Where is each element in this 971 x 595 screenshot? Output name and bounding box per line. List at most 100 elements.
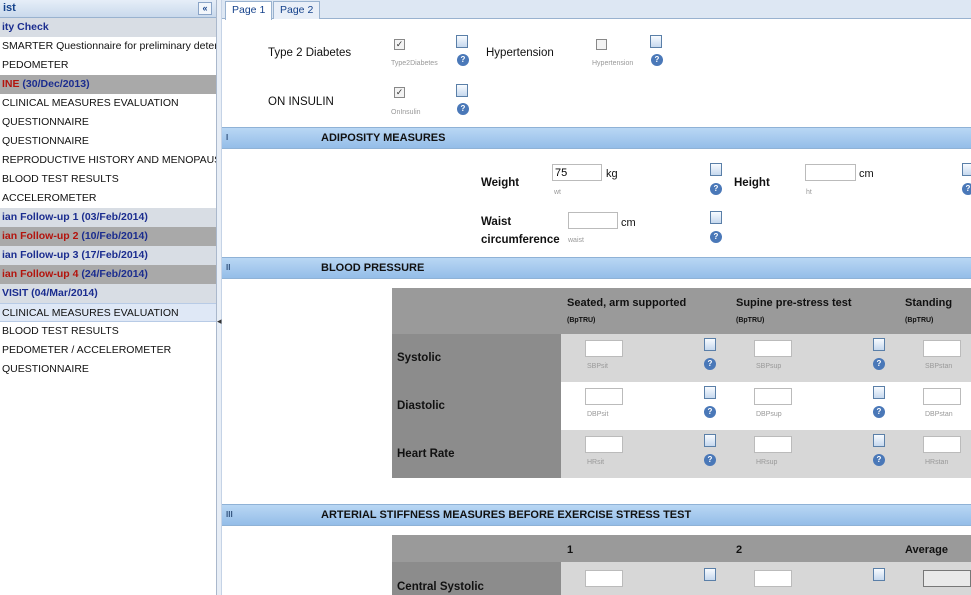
sidebar-item-label: QUESTIONNAIRE (2, 116, 89, 128)
sidebar-item-label: QUESTIONNAIRE (2, 135, 89, 147)
sidebar-item[interactable]: ian Follow-up 2 (10/Feb/2014) (0, 227, 216, 246)
sidebar-item-label: PEDOMETER / ACCELEROMETER (2, 344, 172, 356)
sidebar-item[interactable]: ACCELEROMETER (0, 189, 216, 208)
bp-var-name: HRsup (756, 459, 778, 466)
help-icon[interactable]: ? (710, 183, 722, 195)
note-icon[interactable] (456, 84, 468, 97)
sidebar-item[interactable]: PEDOMETER (0, 56, 216, 75)
on-insulin-label: ON INSULIN (268, 96, 334, 108)
weight-input[interactable] (552, 164, 602, 181)
bp-value-input[interactable] (585, 388, 623, 405)
sidebar-item[interactable]: QUESTIONNAIRE (0, 132, 216, 151)
sidebar-item-label: ACCELEROMETER (2, 192, 97, 204)
sidebar-item[interactable]: QUESTIONNAIRE (0, 360, 216, 379)
height-var: ht (806, 189, 812, 196)
on-insulin-checkbox[interactable]: ✓ (394, 87, 405, 98)
help-icon[interactable]: ? (457, 103, 469, 115)
bp-table-header (392, 288, 971, 334)
sidebar-item[interactable]: REPRODUCTIVE HISTORY AND MENOPAUSE (0, 151, 216, 170)
sidebar-item[interactable]: QUESTIONNAIRE (0, 113, 216, 132)
waist-input[interactable] (568, 212, 618, 229)
central-systolic-average-input[interactable] (923, 570, 971, 587)
hypertension-label: Hypertension (486, 47, 554, 59)
sidebar-item[interactable]: BLOOD TEST RESULTS (0, 322, 216, 341)
note-icon[interactable] (962, 163, 971, 176)
sidebar-item[interactable]: CLINICAL MEASURES EVALUATION (0, 94, 216, 113)
bp-col-seated: Seated, arm supported (567, 297, 687, 309)
sidebar-item[interactable]: VISIT (04/Mar/2014) (0, 284, 216, 303)
waist-unit: cm (621, 217, 636, 229)
splitter-arrow-icon[interactable]: ◂ (217, 316, 222, 327)
hypertension-checkbox[interactable] (596, 39, 607, 50)
main-form: Page 1 Page 2 Type 2 Diabetes ✓ Type2Dia… (222, 0, 971, 595)
note-icon[interactable] (704, 434, 716, 447)
bp-col-standing: Standing (905, 297, 953, 309)
sidebar-item[interactable]: CLINICAL MEASURES EVALUATION (0, 303, 216, 322)
note-icon[interactable] (650, 35, 662, 48)
sidebar-item[interactable]: ian Follow-up 3 (17/Feb/2014) (0, 246, 216, 265)
help-icon[interactable]: ? (873, 454, 885, 466)
sidebar-item-label: ian Follow-up 1 (03/Feb/2014) (2, 211, 148, 223)
note-icon[interactable] (873, 338, 885, 351)
bp-value-input[interactable] (923, 340, 961, 357)
height-input[interactable] (805, 164, 856, 181)
note-icon[interactable] (873, 568, 885, 581)
help-icon[interactable]: ? (651, 54, 663, 66)
sidebar-item-label: BLOOD TEST RESULTS (2, 325, 119, 337)
weight-var: wt (554, 189, 561, 196)
tab-page-2[interactable]: Page 2 (273, 1, 321, 19)
help-icon[interactable]: ? (873, 358, 885, 370)
sidebar-item[interactable]: INE (30/Dec/2013) (0, 75, 216, 94)
central-systolic-2-input[interactable] (754, 570, 792, 587)
type2-diabetes-checkbox[interactable]: ✓ (394, 39, 405, 50)
note-icon[interactable] (710, 211, 722, 224)
note-icon[interactable] (704, 568, 716, 581)
central-systolic-1-input[interactable] (585, 570, 623, 587)
sidebar-item-label: QUESTIONNAIRE (2, 363, 89, 375)
bp-var-name: HRstan (925, 459, 949, 466)
weight-unit: kg (606, 168, 618, 180)
sidebar-item-name: INE (2, 78, 20, 90)
bp-value-input[interactable] (754, 388, 792, 405)
help-icon[interactable]: ? (704, 454, 716, 466)
sidebar-item[interactable]: ity Check (0, 18, 216, 37)
sidebar-item-label: CLINICAL MEASURES EVALUATION (2, 307, 179, 319)
bp-value-input[interactable] (754, 436, 792, 453)
help-icon[interactable]: ? (710, 231, 722, 243)
bp-value-input[interactable] (923, 436, 961, 453)
note-icon[interactable] (456, 35, 468, 48)
help-icon[interactable]: ? (962, 183, 971, 195)
help-icon[interactable]: ? (873, 406, 885, 418)
type2-diabetes-var: Type2Diabetes (391, 60, 438, 67)
bp-value-input[interactable] (585, 340, 623, 357)
note-icon[interactable] (704, 338, 716, 351)
note-icon[interactable] (710, 163, 722, 176)
help-icon[interactable]: ? (704, 358, 716, 370)
sidebar-item-name: ian Follow-up 4 (2, 268, 79, 280)
waist-var: waist (568, 237, 584, 244)
sidebar-item[interactable]: ian Follow-up 4 (24/Feb/2014) (0, 265, 216, 284)
sidebar-item[interactable]: BLOOD TEST RESULTS (0, 170, 216, 189)
section-blood-pressure: II BLOOD PRESSURE (222, 257, 971, 279)
help-icon[interactable]: ? (457, 54, 469, 66)
sidebar-item-date: (10/Feb/2014) (78, 230, 148, 242)
bp-value-input[interactable] (585, 436, 623, 453)
sidebar-item-label: PEDOMETER (2, 59, 69, 71)
help-icon[interactable]: ? (704, 406, 716, 418)
bp-value-input[interactable] (923, 388, 961, 405)
bp-col-supine-code: (BpTRU) (736, 317, 765, 324)
sidebar-item[interactable]: SMARTER Questionnaire for preliminary de… (0, 37, 216, 56)
bp-var-name: DBPsit (587, 411, 609, 418)
sidebar-item[interactable]: ian Follow-up 1 (03/Feb/2014) (0, 208, 216, 227)
sidebar-item[interactable]: PEDOMETER / ACCELEROMETER (0, 341, 216, 360)
bp-row-label: Diastolic (397, 400, 445, 412)
bp-value-input[interactable] (754, 340, 792, 357)
note-icon[interactable] (873, 434, 885, 447)
note-icon[interactable] (704, 386, 716, 399)
note-icon[interactable] (873, 386, 885, 399)
sidebar-title: ist (3, 2, 16, 14)
sidebar-list: ity Check SMARTER Questionnaire for preli… (0, 18, 216, 379)
central-systolic-label: Central Systolic (397, 581, 484, 593)
collapse-icon[interactable]: « (198, 2, 212, 15)
tab-page-1[interactable]: Page 1 (225, 1, 273, 20)
